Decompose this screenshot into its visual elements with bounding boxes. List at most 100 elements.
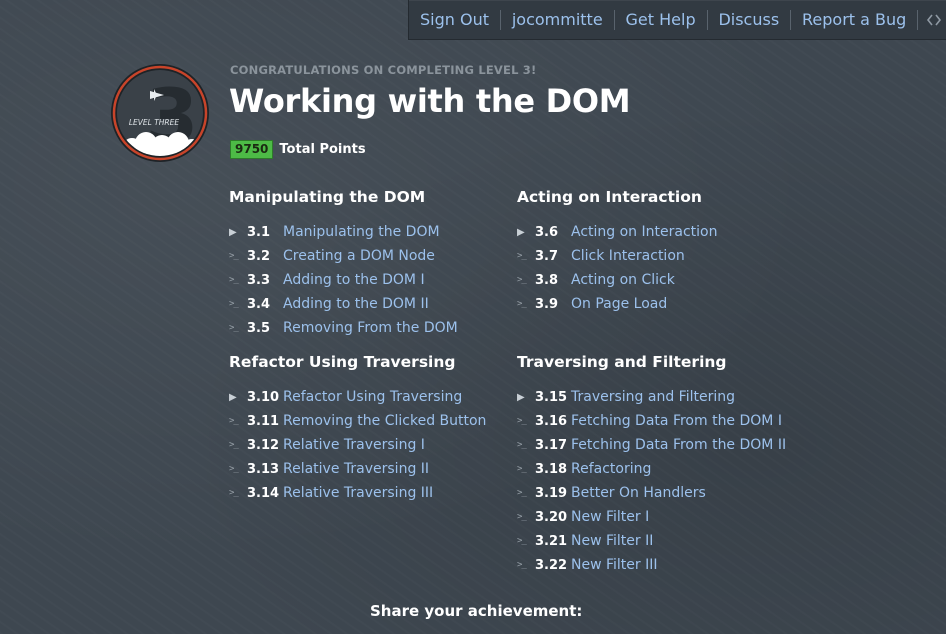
challenge-number: 3.20 — [535, 509, 568, 525]
challenge-item[interactable]: >_ 3.22 New Filter III — [517, 553, 786, 577]
challenge-number: 3.19 — [535, 485, 568, 501]
challenge-link[interactable]: Creating a DOM Node — [283, 248, 435, 264]
console-icon: >_ — [517, 440, 527, 450]
challenge-number: 3.3 — [247, 272, 271, 288]
play-icon: ▶ — [517, 391, 525, 403]
challenge-number: 3.14 — [247, 485, 280, 501]
challenge-number: 3.7 — [535, 248, 559, 264]
challenge-item[interactable]: >_ 3.2 Creating a DOM Node — [229, 244, 458, 268]
console-icon: >_ — [517, 275, 527, 285]
console-icon: >_ — [517, 299, 527, 309]
challenge-number: 3.13 — [247, 461, 280, 477]
challenge-link[interactable]: New Filter I — [571, 509, 649, 525]
page-title: Working with the DOM — [229, 82, 631, 120]
section-title: Traversing and Filtering — [517, 353, 727, 371]
challenge-link[interactable]: Acting on Click — [571, 272, 675, 288]
congrats-message: CONGRATULATIONS ON COMPLETING LEVEL 3! — [230, 63, 537, 77]
points-label: Total Points — [279, 142, 366, 157]
challenge-number: 3.8 — [535, 272, 559, 288]
console-icon: >_ — [517, 560, 527, 570]
challenge-item[interactable]: >_ 3.16 Fetching Data From the DOM I — [517, 409, 786, 433]
challenge-number: 3.11 — [247, 413, 280, 429]
console-icon: >_ — [517, 416, 527, 426]
challenge-item[interactable]: >_ 3.17 Fetching Data From the DOM II — [517, 433, 786, 457]
challenge-item[interactable]: >_ 3.9 On Page Load — [517, 292, 717, 316]
challenge-link[interactable]: Better On Handlers — [571, 485, 706, 501]
challenge-link[interactable]: Manipulating the DOM — [283, 224, 440, 240]
report-bug-link[interactable]: Report a Bug — [791, 0, 917, 40]
sign-out-link[interactable]: Sign Out — [409, 0, 500, 40]
challenge-number: 3.21 — [535, 533, 568, 549]
challenge-link[interactable]: Refactor Using Traversing — [283, 389, 462, 405]
section-title: Acting on Interaction — [517, 188, 702, 206]
challenge-link[interactable]: Traversing and Filtering — [571, 389, 735, 405]
challenge-list: ▶ 3.1 Manipulating the DOM >_ 3.2 Creating a … — [229, 220, 458, 340]
challenge-number: 3.12 — [247, 437, 280, 453]
points-value: 9750 — [230, 140, 274, 159]
challenge-item[interactable]: >_ 3.19 Better On Handlers — [517, 481, 786, 505]
challenge-item[interactable]: ▶ 3.10 Refactor Using Traversing — [229, 385, 486, 409]
console-icon: >_ — [229, 275, 239, 285]
challenge-item[interactable]: >_ 3.4 Adding to the DOM II — [229, 292, 458, 316]
challenge-item[interactable]: ▶ 3.6 Acting on Interaction — [517, 220, 717, 244]
challenge-number: 3.4 — [247, 296, 271, 312]
challenge-item[interactable]: ▶ 3.1 Manipulating the DOM — [229, 220, 458, 244]
challenge-item[interactable]: ▶ 3.15 Traversing and Filtering — [517, 385, 786, 409]
nav-divider — [917, 9, 919, 30]
challenge-link[interactable]: Relative Traversing III — [283, 485, 433, 501]
challenge-number: 3.17 — [535, 437, 568, 453]
console-icon: >_ — [229, 299, 239, 309]
challenge-link[interactable]: Acting on Interaction — [571, 224, 717, 240]
challenge-list: ▶ 3.15 Traversing and Filtering >_ 3.16 Fetch… — [517, 385, 786, 577]
share-heading: Share your achievement: — [370, 602, 583, 620]
challenge-link[interactable]: New Filter III — [571, 557, 658, 573]
play-icon: ▶ — [229, 391, 237, 403]
challenge-link[interactable]: Click Interaction — [571, 248, 685, 264]
username-link[interactable]: jocommitte — [501, 0, 614, 40]
section-refactor-using-traversing: Refactor Using Traversing ▶ 3.10 Refactor U… — [229, 353, 486, 505]
challenge-link[interactable]: Removing From the DOM — [283, 320, 458, 336]
challenge-link[interactable]: Fetching Data From the DOM II — [571, 437, 786, 453]
challenge-link[interactable]: Adding to the DOM II — [283, 296, 429, 312]
console-icon: >_ — [229, 323, 239, 333]
challenge-number: 3.2 — [247, 248, 271, 264]
badge-label: LEVEL THREE — [129, 118, 180, 127]
challenge-item[interactable]: >_ 3.21 New Filter II — [517, 529, 786, 553]
challenge-item[interactable]: >_ 3.12 Relative Traversing I — [229, 433, 486, 457]
console-icon: >_ — [517, 512, 527, 522]
challenge-item[interactable]: >_ 3.11 Removing the Clicked Button — [229, 409, 486, 433]
challenge-item[interactable]: >_ 3.7 Click Interaction — [517, 244, 717, 268]
challenge-item[interactable]: >_ 3.14 Relative Traversing III — [229, 481, 486, 505]
challenge-item[interactable]: >_ 3.20 New Filter I — [517, 505, 786, 529]
console-icon: >_ — [229, 416, 239, 426]
console-icon: >_ — [229, 488, 239, 498]
challenge-number: 3.22 — [535, 557, 568, 573]
section-manipulating-the-dom: Manipulating the DOM ▶ 3.1 Manipulating the… — [229, 188, 458, 340]
challenge-list: ▶ 3.10 Refactor Using Traversing >_ 3.11 Remo… — [229, 385, 486, 505]
console-icon: >_ — [517, 488, 527, 498]
challenge-link[interactable]: Adding to the DOM I — [283, 272, 425, 288]
challenge-number: 3.15 — [535, 389, 568, 405]
challenge-link[interactable]: Fetching Data From the DOM I — [571, 413, 782, 429]
challenge-link[interactable]: Relative Traversing II — [283, 461, 429, 477]
console-icon: >_ — [517, 536, 527, 546]
discuss-link[interactable]: Discuss — [707, 0, 790, 40]
challenge-link[interactable]: Refactoring — [571, 461, 651, 477]
challenge-link[interactable]: On Page Load — [571, 296, 667, 312]
challenge-number: 3.5 — [247, 320, 271, 336]
challenge-item[interactable]: >_ 3.3 Adding to the DOM I — [229, 268, 458, 292]
challenge-item[interactable]: >_ 3.13 Relative Traversing II — [229, 457, 486, 481]
challenge-item[interactable]: >_ 3.18 Refactoring — [517, 457, 786, 481]
challenge-link[interactable]: New Filter II — [571, 533, 653, 549]
play-icon: ▶ — [229, 226, 237, 238]
get-help-link[interactable]: Get Help — [615, 0, 707, 40]
challenge-number: 3.16 — [535, 413, 568, 429]
console-icon: >_ — [229, 464, 239, 474]
code-brackets-icon[interactable] — [922, 0, 946, 40]
challenge-number: 3.18 — [535, 461, 568, 477]
challenge-link[interactable]: Removing the Clicked Button — [283, 413, 486, 429]
challenge-item[interactable]: >_ 3.8 Acting on Click — [517, 268, 717, 292]
challenge-item[interactable]: >_ 3.5 Removing From the DOM — [229, 316, 458, 340]
console-icon: >_ — [229, 251, 239, 261]
challenge-link[interactable]: Relative Traversing I — [283, 437, 425, 453]
